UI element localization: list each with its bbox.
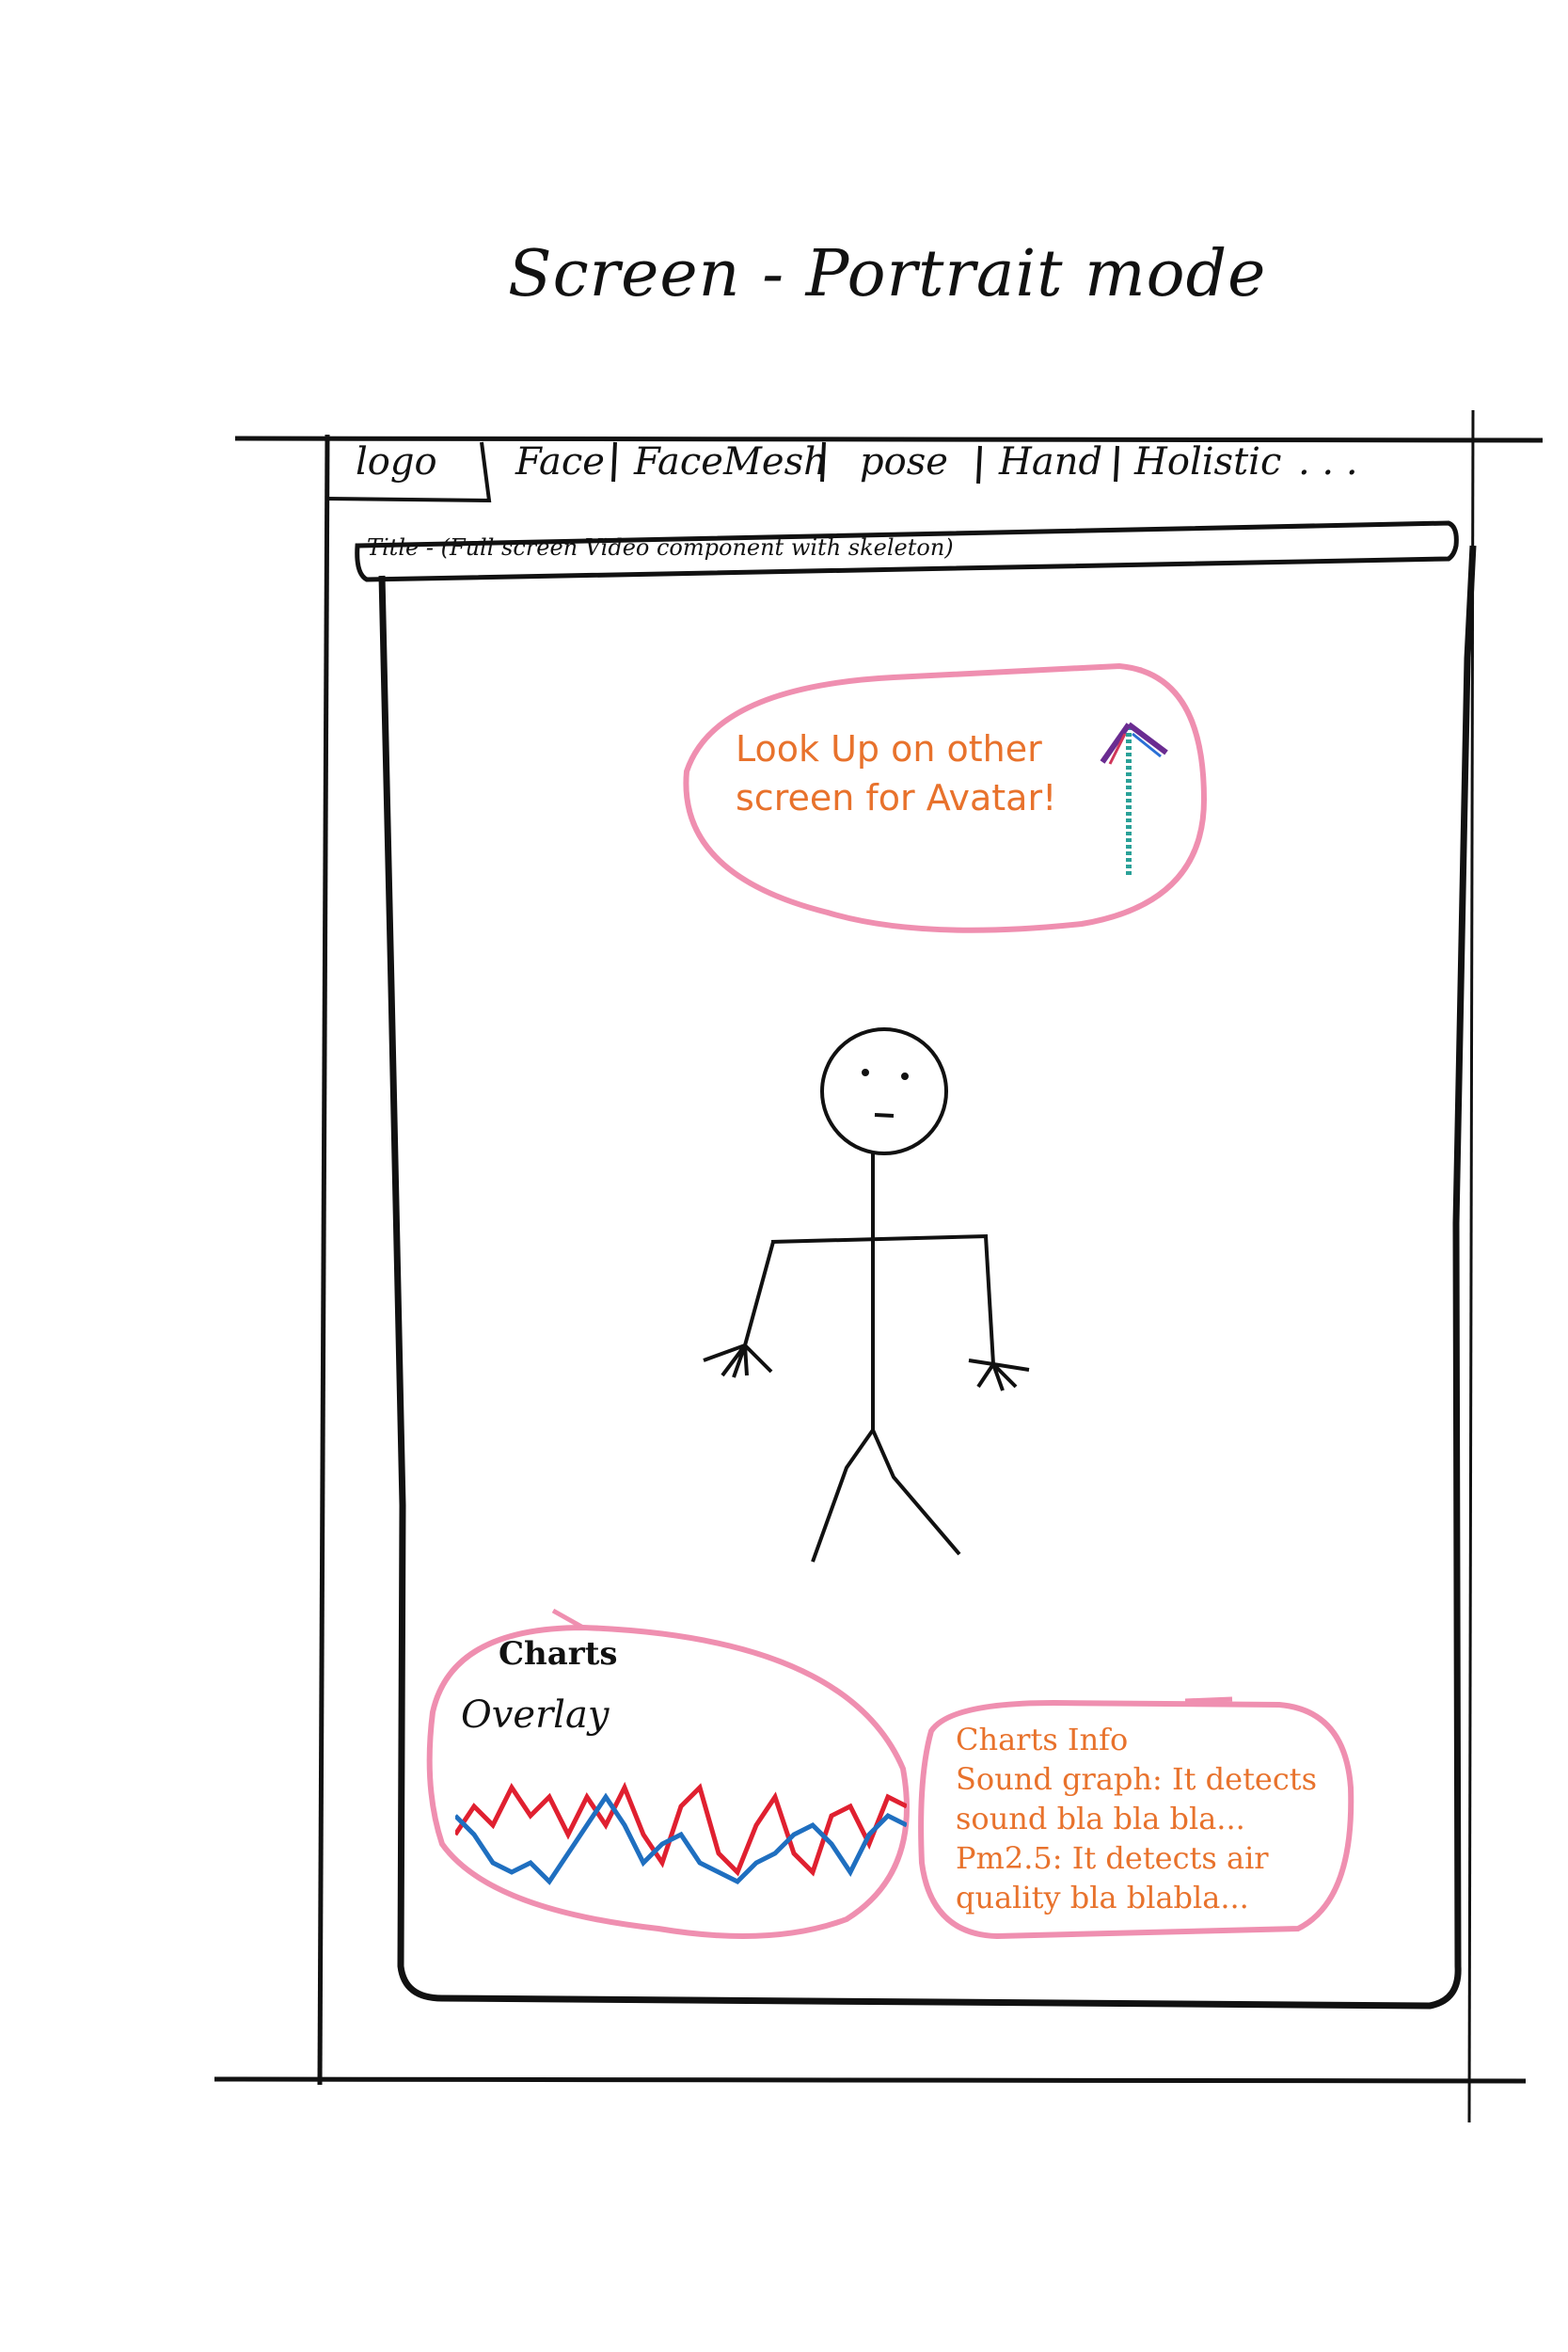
- wireframe-outline: [214, 409, 1544, 2123]
- tab-facemesh[interactable]: FaceMesh: [634, 440, 828, 484]
- video-title: Title - (Full screen Video component wit…: [367, 534, 954, 561]
- avatar-callout: Look Up on other screen for Avatar!: [736, 724, 1056, 822]
- charts-info-line-5: quality bla blabla...: [956, 1880, 1249, 1915]
- tab-pose[interactable]: pose: [860, 440, 948, 484]
- stick-figure: [703, 1027, 1030, 1563]
- up-arrow-icon: [1100, 722, 1168, 875]
- charts-info-title: Charts Info: [956, 1722, 1129, 1757]
- charts-title: Charts: [499, 1635, 618, 1673]
- charts-info-line-4: Pm2.5: It detects air: [956, 1840, 1269, 1876]
- tab-hand[interactable]: Hand: [999, 440, 1102, 484]
- more-tabs[interactable]: . . .: [1298, 440, 1358, 484]
- callout-line-2: screen for Avatar!: [736, 777, 1057, 818]
- logo[interactable]: logo: [356, 440, 437, 484]
- charts-info: Charts Info Sound graph: It detects soun…: [956, 1720, 1317, 1917]
- tab-face[interactable]: Face: [515, 440, 605, 484]
- overlay-chart: [455, 1781, 907, 1885]
- charts-info-line-2: Sound graph: It detects: [956, 1761, 1318, 1797]
- tab-holistic[interactable]: Holistic: [1134, 440, 1281, 484]
- overlay-label: Overlay: [461, 1693, 610, 1737]
- callout-line-1: Look Up on other: [736, 728, 1042, 770]
- charts-info-line-3: sound bla bla bla...: [956, 1801, 1245, 1836]
